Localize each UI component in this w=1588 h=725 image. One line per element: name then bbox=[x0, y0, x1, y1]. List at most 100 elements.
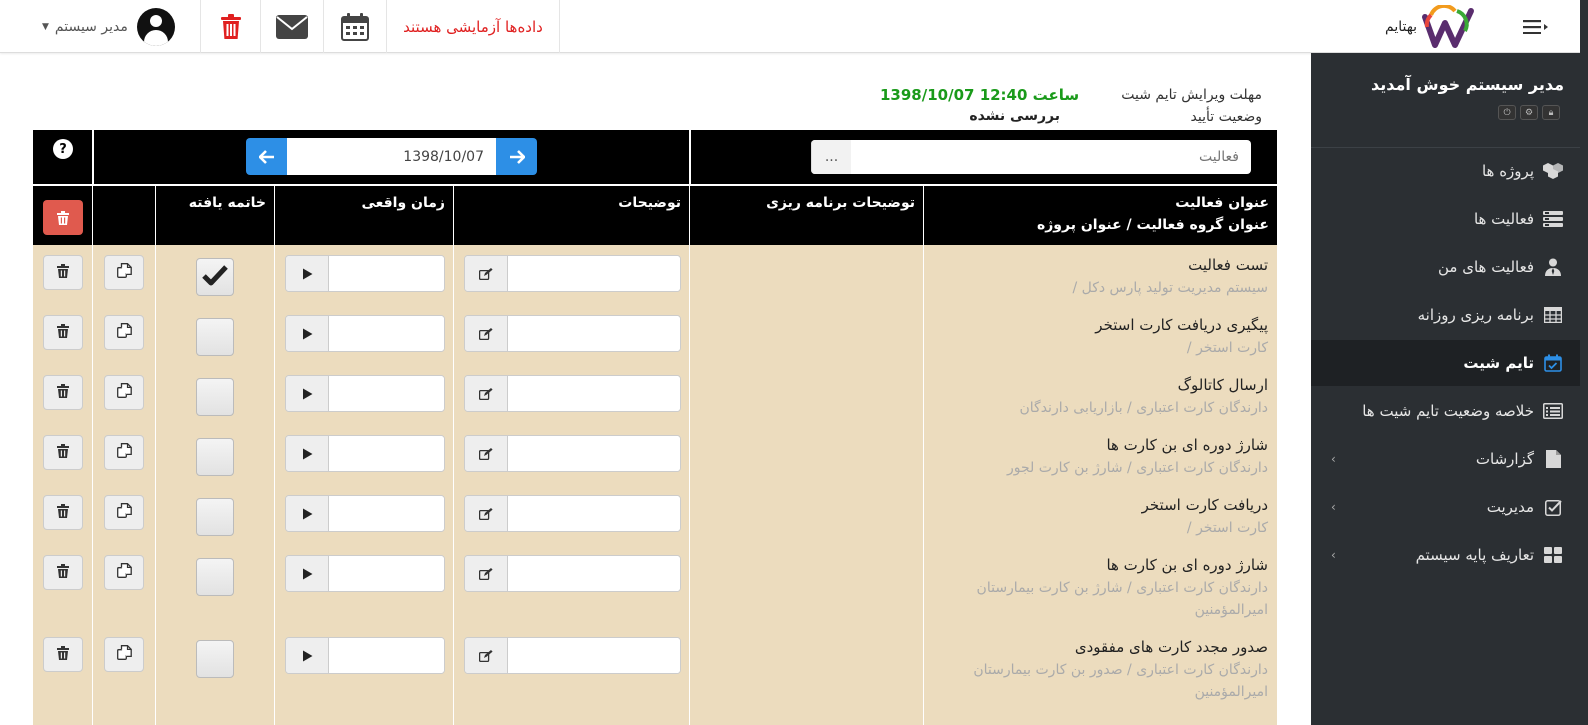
description-input[interactable] bbox=[508, 376, 680, 411]
actual-time-input[interactable] bbox=[329, 496, 444, 531]
delete-row-button[interactable] bbox=[43, 315, 83, 350]
help-icon[interactable]: ? bbox=[53, 139, 73, 159]
delete-row-button[interactable] bbox=[43, 375, 83, 410]
activity-group-project: / کارت استخر bbox=[1186, 340, 1268, 356]
edit-icon[interactable] bbox=[465, 316, 508, 351]
gear-icon[interactable]: ⚙ bbox=[1520, 105, 1538, 120]
completed-checkbox[interactable] bbox=[196, 438, 234, 476]
copy-button[interactable] bbox=[104, 555, 144, 590]
sidebar-item-label: فعالیت ها bbox=[1473, 210, 1534, 228]
sidebar-item-base-definitions[interactable]: تعاریف پایه سیستم ‹ bbox=[1311, 532, 1588, 578]
sidebar-item-timesheet[interactable]: تایم شیت bbox=[1311, 340, 1588, 386]
copy-button[interactable] bbox=[104, 637, 144, 672]
activity-search-input[interactable] bbox=[851, 140, 1251, 174]
sidebar-toggle-button[interactable] bbox=[1516, 12, 1556, 42]
power-icon[interactable]: ⏻ bbox=[1498, 105, 1516, 120]
activity-title[interactable]: تست فعالیت bbox=[1188, 256, 1268, 274]
description-field bbox=[464, 255, 681, 292]
date-navigator bbox=[246, 138, 537, 175]
activity-title[interactable]: شارژ دوره ای بن کارت ها bbox=[1106, 556, 1268, 574]
edit-icon[interactable] bbox=[465, 496, 508, 531]
delete-row-button[interactable] bbox=[43, 255, 83, 290]
sidebar-item-my-activities[interactable]: فعالیت های من bbox=[1311, 244, 1588, 290]
play-icon[interactable] bbox=[286, 376, 329, 411]
edit-icon[interactable] bbox=[465, 256, 508, 291]
previous-date-button[interactable] bbox=[246, 138, 287, 175]
completed-checkbox[interactable] bbox=[196, 640, 234, 678]
actual-time-input[interactable] bbox=[329, 316, 444, 351]
edit-icon[interactable] bbox=[465, 556, 508, 591]
sidebar-item-timesheet-summary[interactable]: خلاصه وضعیت تایم شیت ها bbox=[1311, 388, 1588, 434]
completed-checkbox[interactable] bbox=[196, 258, 234, 296]
play-icon[interactable] bbox=[286, 496, 329, 531]
sidebar-item-projects[interactable]: پروژه ها bbox=[1311, 148, 1588, 194]
delete-row-button[interactable] bbox=[43, 637, 83, 672]
description-input[interactable] bbox=[508, 496, 680, 531]
delete-all-button[interactable] bbox=[43, 200, 83, 235]
description-input[interactable] bbox=[508, 256, 680, 291]
description-field bbox=[464, 555, 681, 592]
lock-icon[interactable]: 🔒︎ bbox=[1542, 105, 1560, 120]
copy-button[interactable] bbox=[104, 435, 144, 470]
activity-picker-button[interactable]: ... bbox=[811, 140, 851, 174]
table-header: عنوان فعالیت عنوان گروه فعالیت / عنوان پ… bbox=[33, 186, 1277, 245]
sidebar-item-daily-planning[interactable]: برنامه ریزی روزانه bbox=[1311, 292, 1588, 338]
description-input[interactable] bbox=[508, 556, 680, 591]
avatar bbox=[136, 7, 175, 46]
sidebar-item-label: فعالیت های من bbox=[1437, 258, 1534, 276]
copy-icon bbox=[116, 443, 132, 462]
copy-button[interactable] bbox=[104, 315, 144, 350]
edit-icon[interactable] bbox=[465, 436, 508, 471]
th-large-icon bbox=[1542, 546, 1564, 564]
description-input[interactable] bbox=[508, 316, 680, 351]
copy-button[interactable] bbox=[104, 375, 144, 410]
calendar-button[interactable] bbox=[323, 0, 386, 53]
sidebar-item-label: تعاریف پایه سیستم bbox=[1415, 546, 1534, 564]
actual-time-field bbox=[285, 435, 445, 472]
play-icon[interactable] bbox=[286, 256, 329, 291]
sidebar: مدیر سیستم خوش آمدید ⏻ ⚙ 🔒︎ پروژه ها فعا… bbox=[1311, 53, 1588, 725]
messages-button[interactable] bbox=[260, 0, 323, 53]
calendar-icon bbox=[341, 12, 369, 41]
trash-button[interactable] bbox=[200, 0, 260, 53]
actual-time-input[interactable] bbox=[329, 256, 444, 291]
activity-title[interactable]: پیگیری دریافت کارت استخر bbox=[1095, 316, 1268, 334]
delete-row-button[interactable] bbox=[43, 555, 83, 590]
next-date-button[interactable] bbox=[496, 138, 537, 175]
sidebar-item-label: تایم شیت bbox=[1463, 354, 1534, 372]
actual-time-input[interactable] bbox=[329, 556, 444, 591]
description-input[interactable] bbox=[508, 436, 680, 471]
actual-time-input[interactable] bbox=[329, 638, 444, 673]
delete-row-button[interactable] bbox=[43, 435, 83, 470]
timesheet-toolbar: ... ? bbox=[33, 130, 1277, 184]
actual-time-input[interactable] bbox=[329, 376, 444, 411]
date-input[interactable] bbox=[287, 138, 496, 175]
page-scrollbar[interactable] bbox=[1580, 0, 1588, 725]
description-input[interactable] bbox=[508, 638, 680, 673]
play-icon[interactable] bbox=[286, 556, 329, 591]
trash-icon bbox=[57, 503, 69, 522]
sidebar-item-management[interactable]: مدیریت ‹ bbox=[1311, 484, 1588, 530]
activity-title[interactable]: دریافت کارت استخر bbox=[1142, 496, 1268, 514]
description-field bbox=[464, 495, 681, 532]
actual-time-input[interactable] bbox=[329, 436, 444, 471]
completed-checkbox[interactable] bbox=[196, 498, 234, 536]
completed-checkbox[interactable] bbox=[196, 558, 234, 596]
edit-icon[interactable] bbox=[465, 376, 508, 411]
completed-checkbox[interactable] bbox=[196, 378, 234, 416]
play-icon[interactable] bbox=[286, 436, 329, 471]
activity-title[interactable]: صدور مجدد کارت های مفقودی bbox=[1075, 638, 1268, 656]
brand-logo[interactable]: بهتایم bbox=[1385, 5, 1477, 49]
edit-icon[interactable] bbox=[465, 638, 508, 673]
sidebar-item-activities[interactable]: فعالیت ها bbox=[1311, 196, 1588, 242]
delete-row-button[interactable] bbox=[43, 495, 83, 530]
completed-checkbox[interactable] bbox=[196, 318, 234, 356]
sidebar-item-reports[interactable]: گزارشات ‹ bbox=[1311, 436, 1588, 482]
copy-button[interactable] bbox=[104, 495, 144, 530]
copy-button[interactable] bbox=[104, 255, 144, 290]
play-icon[interactable] bbox=[286, 638, 329, 673]
user-menu[interactable]: ▼ مدیر سیستم bbox=[0, 0, 200, 53]
activity-title[interactable]: شارژ دوره ای بن کارت ها bbox=[1106, 436, 1268, 454]
activity-title[interactable]: ارسال کاتالوگ bbox=[1178, 376, 1268, 394]
play-icon[interactable] bbox=[286, 316, 329, 351]
